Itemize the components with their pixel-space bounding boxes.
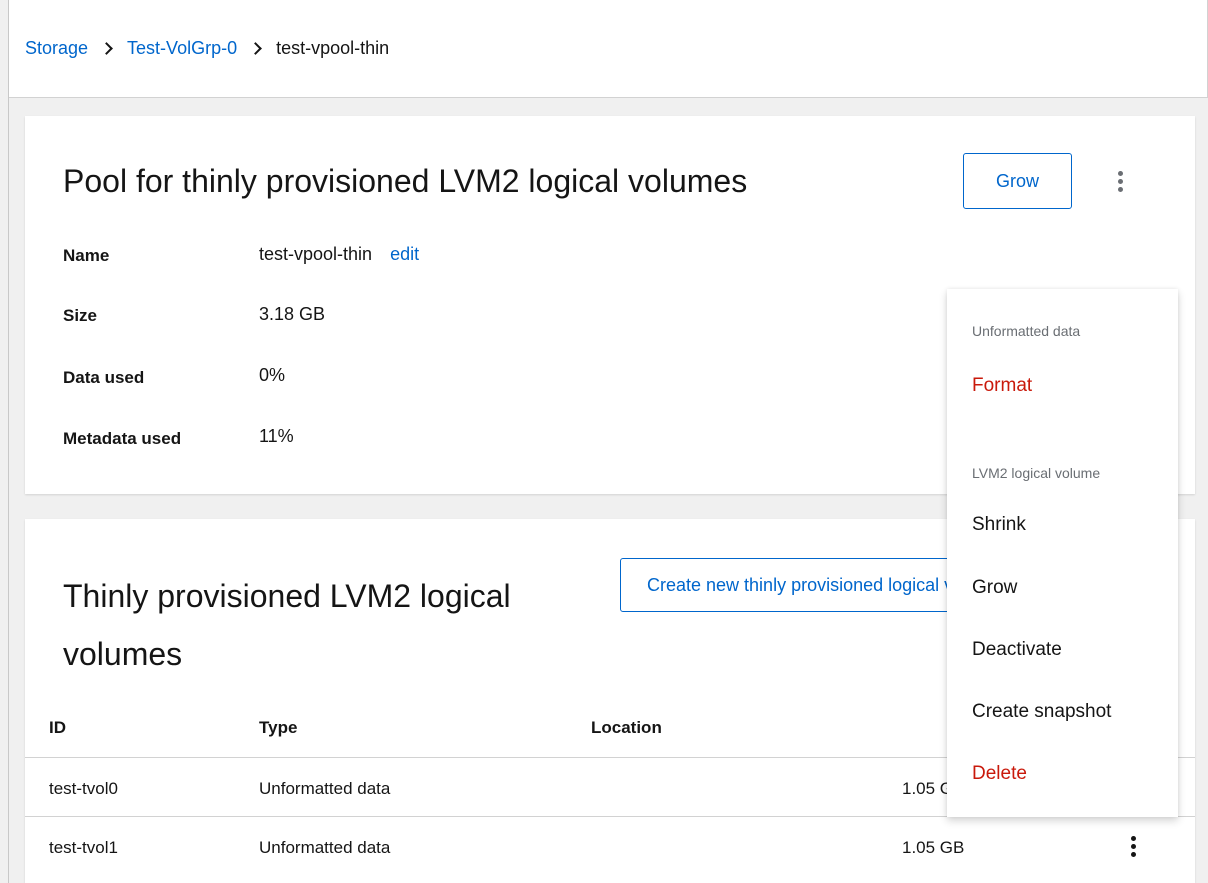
edit-name-link[interactable]: edit xyxy=(390,244,419,264)
volume-id: test-tvol0 xyxy=(49,779,118,798)
volume-type: Unformatted data xyxy=(259,838,391,857)
pool-card-title: Pool for thinly provisioned LVM2 logical… xyxy=(63,163,748,199)
metadata-used-value: 11% xyxy=(259,426,294,446)
chevron-right-icon xyxy=(100,42,113,55)
storage-page: Storage Test-VolGrp-0 test-vpool-thin Po… xyxy=(8,0,1208,883)
menu-item-format[interactable]: Format xyxy=(972,375,1032,397)
volumes-card-title: Thinly provisioned LVM2 logical volumes xyxy=(63,578,511,672)
breadcrumb-bar: Storage Test-VolGrp-0 test-vpool-thin xyxy=(9,0,1208,98)
row-actions-menu: Unformatted data Format LVM2 logical vol… xyxy=(947,289,1178,817)
create-thin-volume-button[interactable]: Create new thinly provisioned logical vo… xyxy=(620,558,965,612)
column-header-id[interactable]: ID xyxy=(49,718,66,738)
volume-type: Unformatted data xyxy=(259,779,391,798)
name-value: test-vpool-thin edit xyxy=(259,244,419,265)
menu-item-grow[interactable]: Grow xyxy=(972,577,1017,599)
menu-item-delete[interactable]: Delete xyxy=(972,763,1027,785)
volume-id: test-tvol1 xyxy=(49,838,118,857)
menu-item-create-snapshot[interactable]: Create snapshot xyxy=(972,701,1111,723)
size-value: 3.18 GB xyxy=(259,304,326,324)
menu-group-title-lvm2: LVM2 logical volume xyxy=(972,465,1101,481)
kebab-menu-icon[interactable] xyxy=(1123,831,1143,861)
pool-name: test-vpool-thin xyxy=(259,244,373,264)
kebab-menu-icon[interactable] xyxy=(1110,166,1130,196)
size-label: Size xyxy=(63,306,98,325)
menu-item-deactivate[interactable]: Deactivate xyxy=(972,639,1062,661)
menu-group-title-unformatted: Unformatted data xyxy=(972,323,1081,339)
data-used-value: 0% xyxy=(259,365,286,385)
metadata-used-label: Metadata used xyxy=(63,429,182,448)
volume-size: 1.05 GB xyxy=(902,838,965,857)
menu-item-shrink[interactable]: Shrink xyxy=(972,514,1026,536)
column-header-location[interactable]: Location xyxy=(591,718,662,738)
breadcrumb-current: test-vpool-thin xyxy=(276,38,390,58)
table-row[interactable]: test-tvol1 Unformatted data 1.05 GB xyxy=(25,816,1195,876)
data-used-label: Data used xyxy=(63,368,145,387)
breadcrumb-storage[interactable]: Storage xyxy=(25,38,88,59)
chevron-right-icon xyxy=(249,42,262,55)
breadcrumb-volume-group[interactable]: Test-VolGrp-0 xyxy=(127,38,237,59)
name-label: Name xyxy=(63,246,110,265)
breadcrumb: Storage Test-VolGrp-0 test-vpool-thin xyxy=(25,38,389,59)
column-header-type[interactable]: Type xyxy=(259,718,297,738)
grow-button[interactable]: Grow xyxy=(963,153,1072,209)
